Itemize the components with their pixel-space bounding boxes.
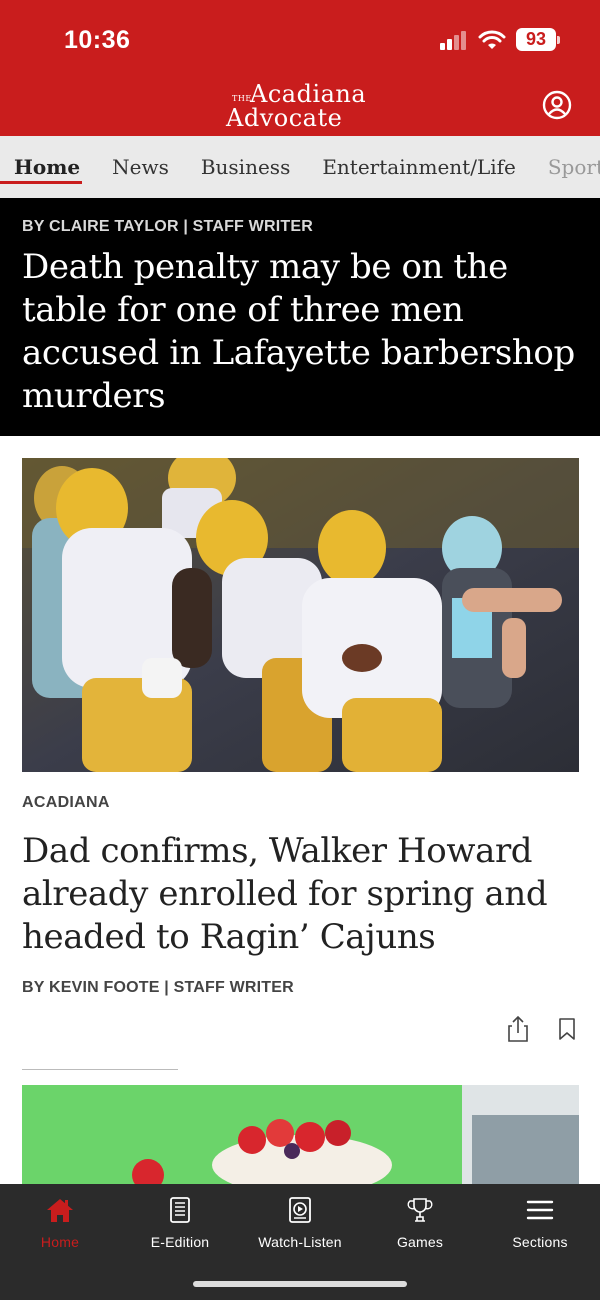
trophy-icon bbox=[407, 1198, 433, 1222]
account-icon[interactable] bbox=[542, 90, 572, 120]
share-icon[interactable] bbox=[506, 1015, 530, 1043]
menu-icon bbox=[526, 1200, 554, 1220]
bookmark-icon[interactable] bbox=[556, 1017, 578, 1041]
bottom-nav-sections-label: Sections bbox=[512, 1234, 568, 1250]
bottom-nav-e-edition[interactable]: E-Edition bbox=[120, 1184, 240, 1264]
logo-the: THE bbox=[232, 94, 252, 103]
home-icon bbox=[47, 1199, 73, 1222]
top-story-card[interactable]: BY CLAIRE TAYLOR | STAFF WRITER Death pe… bbox=[0, 198, 600, 436]
tab-sports[interactable]: Sports bbox=[532, 136, 600, 198]
story-divider bbox=[22, 1069, 178, 1070]
bottom-nav-games[interactable]: Games bbox=[360, 1184, 480, 1264]
bottom-nav-sections[interactable]: Sections bbox=[480, 1184, 600, 1264]
next-story-photo[interactable] bbox=[22, 1085, 579, 1185]
top-story-byline: BY CLAIRE TAYLOR | STAFF WRITER bbox=[22, 218, 313, 235]
status-time: 10:36 bbox=[64, 26, 131, 54]
battery-level: 93 bbox=[516, 28, 556, 51]
app-logo[interactable]: THE Acadiana Advocate bbox=[226, 80, 378, 132]
story-byline: BY KEVIN FOOTE | STAFF WRITER bbox=[22, 979, 294, 996]
cellular-signal-icon bbox=[440, 30, 466, 50]
status-icons: 93 bbox=[440, 28, 560, 51]
app-header: 10:36 93 THE Acadiana Advocate bbox=[0, 0, 600, 136]
bottom-nav-home-label: Home bbox=[40, 1234, 80, 1250]
bottom-nav-watch-listen[interactable]: Watch-Listen bbox=[240, 1184, 360, 1264]
bottom-nav-e-edition-label: E-Edition bbox=[150, 1234, 210, 1250]
play-icon bbox=[289, 1197, 311, 1223]
tab-business[interactable]: Business bbox=[185, 136, 306, 198]
tab-home[interactable]: Home bbox=[0, 136, 96, 198]
story-section-label[interactable]: ACADIANA bbox=[22, 794, 110, 812]
wifi-icon bbox=[478, 30, 506, 49]
bottom-nav-games-label: Games bbox=[396, 1234, 444, 1250]
bottom-nav-home[interactable]: Home bbox=[0, 1184, 120, 1264]
section-tabs: Home News Business Entertainment/Life Sp… bbox=[0, 136, 600, 198]
story-headline[interactable]: Dad confirms, Walker Howard already enro… bbox=[22, 830, 578, 959]
bottom-nav-watch-listen-label: Watch-Listen bbox=[258, 1234, 342, 1250]
tab-news[interactable]: News bbox=[96, 136, 185, 198]
home-indicator[interactable] bbox=[193, 1281, 407, 1287]
top-story-headline[interactable]: Death penalty may be on the table for on… bbox=[22, 246, 578, 418]
logo-line2: Advocate bbox=[226, 104, 343, 132]
story-photo[interactable] bbox=[22, 458, 579, 772]
battery-tip bbox=[557, 35, 560, 44]
battery-indicator: 93 bbox=[516, 28, 560, 51]
newspaper-icon bbox=[170, 1197, 190, 1223]
tab-entertainment-life[interactable]: Entertainment/Life bbox=[306, 136, 532, 198]
